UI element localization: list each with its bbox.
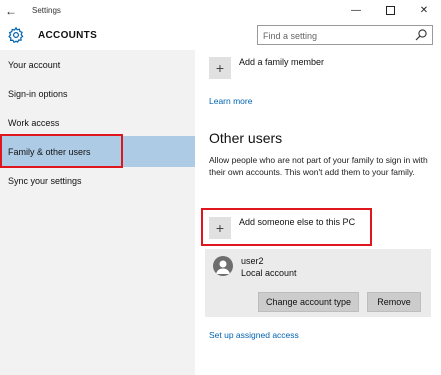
sidebar-item-label: Sign-in options xyxy=(8,89,68,99)
remove-user-button[interactable]: Remove xyxy=(367,292,421,312)
user-account-type: Local account xyxy=(241,268,297,278)
page-header: ACCOUNTS xyxy=(0,21,441,50)
page-title: ACCOUNTS xyxy=(38,30,98,41)
add-family-plus-icon[interactable]: + xyxy=(209,57,231,79)
window-title: Settings xyxy=(32,6,61,15)
section-title-other-users: Other users xyxy=(209,130,283,146)
minimize-icon[interactable]: — xyxy=(339,0,373,21)
sidebar-item-label: Sync your settings xyxy=(8,176,82,186)
close-icon[interactable]: ✕ xyxy=(407,0,441,21)
search-box[interactable] xyxy=(257,25,433,45)
sidebar-item-work-access[interactable]: Work access xyxy=(0,108,195,138)
title-bar: ← Settings — ✕ xyxy=(0,0,441,21)
add-someone-label[interactable]: Add someone else to this PC xyxy=(239,217,355,227)
change-account-type-button[interactable]: Change account type xyxy=(258,292,359,312)
search-input[interactable] xyxy=(258,27,408,45)
user-card[interactable]: user2 Local account Change account type … xyxy=(205,249,431,317)
assigned-access-link[interactable]: Set up assigned access xyxy=(209,330,299,340)
sidebar-item-sign-in-options[interactable]: Sign-in options xyxy=(0,79,195,109)
window-controls: — ✕ xyxy=(339,0,441,21)
user-name: user2 xyxy=(241,256,264,266)
sidebar-item-your-account[interactable]: Your account xyxy=(0,50,195,80)
other-users-description: Allow people who are not part of your fa… xyxy=(209,155,428,177)
gear-icon xyxy=(8,26,24,44)
main-content: + Add a family member Learn more Other u… xyxy=(195,50,441,375)
search-icon[interactable] xyxy=(414,28,428,42)
add-someone-plus-icon[interactable]: + xyxy=(209,217,231,239)
learn-more-link[interactable]: Learn more xyxy=(209,96,252,106)
user-avatar-icon xyxy=(213,256,233,276)
add-family-member-label[interactable]: Add a family member xyxy=(239,57,324,67)
sidebar-item-label: Family & other users xyxy=(8,146,91,157)
sidebar-item-label: Work access xyxy=(8,118,60,128)
sidebar: Your account Sign-in options Work access… xyxy=(0,50,195,375)
back-arrow-icon[interactable]: ← xyxy=(0,0,22,21)
maximize-icon[interactable] xyxy=(373,0,407,21)
sidebar-item-label: Your account xyxy=(8,60,61,70)
sidebar-item-sync-settings[interactable]: Sync your settings xyxy=(0,166,195,196)
sidebar-item-family-other-users[interactable]: Family & other users xyxy=(0,136,195,167)
